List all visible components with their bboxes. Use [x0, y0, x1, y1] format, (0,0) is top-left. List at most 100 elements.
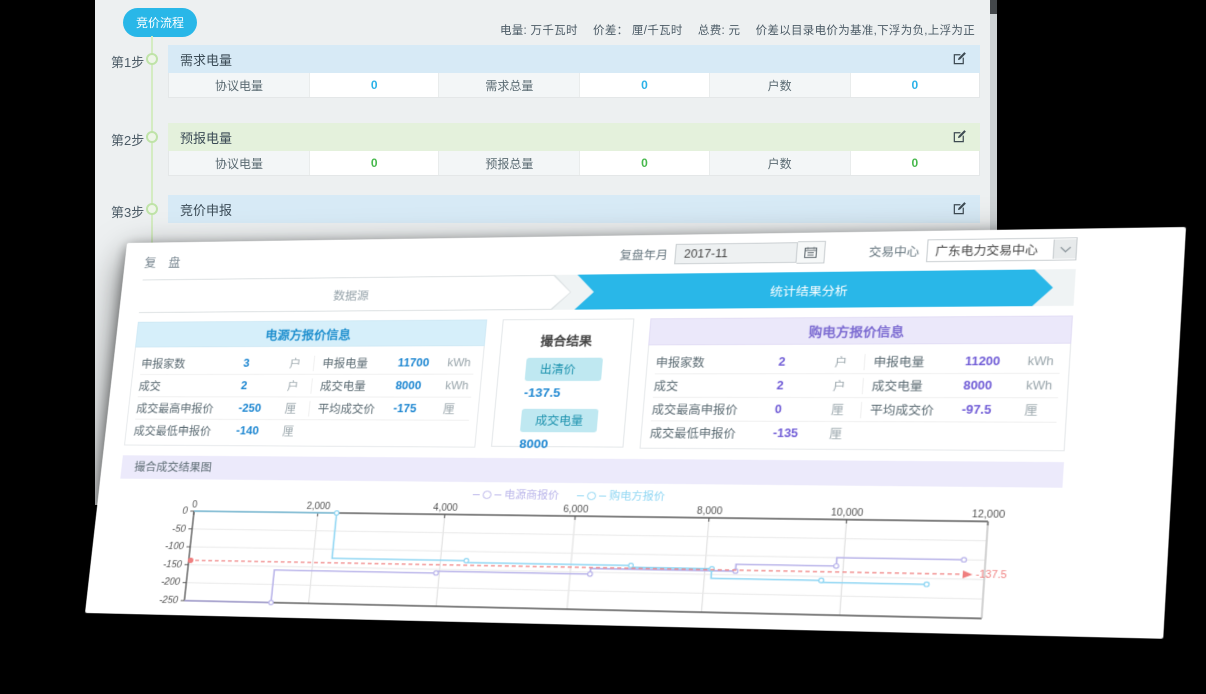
step-chart-plot: 02,0004,0006,0008,00010,00012,0000-50-10…: [106, 498, 1061, 631]
buyer-quote-panel: 购电方报价信息 申报家数2户申报电量11200kWh成交2户成交电量8000kW…: [640, 315, 1073, 450]
edit-icon[interactable]: [952, 201, 968, 217]
replay-title: 复 盘: [144, 252, 186, 269]
step-section-row: 协议电量0预报总量0户数0: [168, 151, 980, 176]
scrollbar-thumb[interactable]: [990, 0, 997, 14]
crumb-data-source-label: 数据源: [333, 286, 370, 303]
step-section-header: 预报电量: [168, 123, 980, 151]
page: { "colors": { "accent_cyan": "#29b7e8", …: [0, 0, 1206, 694]
crumb-statistics-result-label: 统计结果分析: [769, 281, 848, 300]
replay-window: 复 盘 复盘年月 2017-11 交易中心 广东电力交易中心: [85, 227, 1186, 639]
y-tick-label: -250: [159, 595, 179, 606]
step-section-title: 需求电量: [180, 50, 952, 69]
panel-row-value: -140: [236, 424, 284, 437]
panel-row-label: 申报电量: [863, 353, 965, 370]
y-tick-label: 0: [182, 506, 188, 516]
legend-item[interactable]: 购电方报价: [576, 488, 665, 504]
step-section: 竞价申报: [168, 195, 980, 223]
step-cell-label: 需求总量: [439, 73, 580, 97]
panel-row-unit: 厘: [829, 425, 860, 441]
panel-row-unit: 厘: [1024, 402, 1058, 419]
step-cell-value: 0: [580, 151, 709, 175]
series-point-marker: [819, 578, 824, 583]
panel-row-unit: kWh: [1027, 354, 1061, 368]
panel-row-unit: 户: [289, 355, 315, 370]
panel-row-label: 平均成交价: [308, 401, 394, 417]
match-badge: 成交电量: [520, 409, 598, 433]
select-arrow-button[interactable]: [1053, 239, 1077, 259]
grid-line-h: [188, 565, 984, 580]
series-point-marker: [334, 511, 339, 515]
panel-row-value: -135: [773, 427, 830, 441]
panel-row: 成交最低申报价-135厘: [649, 421, 1057, 446]
legend-line-icon: [494, 494, 501, 495]
summary-panels: 电源方报价信息 申报家数3户申报电量11700kWh成交2户成交电量8000kW…: [124, 315, 1073, 450]
series-point-marker: [588, 572, 593, 576]
panel-row-unit: 厘: [442, 401, 470, 417]
panel-row: 成交2户成交电量8000kWh: [653, 374, 1060, 398]
series-point-marker: [924, 582, 929, 587]
calendar-icon: [804, 247, 817, 258]
panel-row: 成交最低申报价-140厘: [133, 420, 469, 443]
supply-panel-title: 电源方报价信息: [135, 319, 487, 347]
panel-row-value: 2: [778, 355, 835, 368]
panel-row-label: 成交电量: [311, 378, 397, 394]
chevron-down-icon: [1060, 243, 1071, 253]
panel-row-value: 0: [774, 403, 831, 416]
legend-line-icon: [577, 495, 584, 496]
series-point-marker: [464, 558, 469, 562]
panel-row-value: 11700: [397, 356, 448, 369]
match-badge: 出清价: [525, 358, 602, 381]
panel-row-value: -175: [393, 402, 444, 415]
crumb-statistics-result[interactable]: 统计结果分析: [574, 269, 1054, 309]
x-tick-label: 4,000: [433, 502, 458, 513]
panel-row-label: 申报家数: [141, 356, 245, 371]
step-cell-label: 户数: [710, 73, 851, 97]
x-tick-label: 2,000: [306, 501, 331, 512]
panel-row-value: -97.5: [961, 403, 1025, 417]
crumb-data-source[interactable]: 数据源: [139, 275, 573, 313]
replay-month-label: 复盘年月: [619, 246, 668, 262]
step-cell-value: 0: [310, 151, 439, 175]
panel-row-value: 3: [243, 357, 291, 370]
buyer-panel-table: 申报家数2户申报电量11200kWh成交2户成交电量8000kWh成交最高申报价…: [639, 344, 1071, 452]
panel-row-value: 8000: [963, 379, 1027, 393]
grid-line-h: [186, 583, 983, 599]
trade-center-select[interactable]: 广东电力交易中心: [926, 237, 1078, 262]
step-section: 需求电量协议电量0需求总量0户数0: [168, 45, 980, 98]
step-cell-label: 户数: [710, 151, 851, 175]
match-result-title: 撮合结果: [540, 331, 593, 349]
match-chart-section-title: 撮合成交结果图: [120, 455, 1064, 487]
step-cell-value: 0: [580, 73, 709, 97]
replay-month-input[interactable]: 2017-11: [674, 242, 798, 264]
panel-row-unit: 厘: [831, 401, 862, 417]
edit-icon[interactable]: [952, 51, 968, 67]
panel-row-value: 2: [240, 379, 288, 392]
step-cell-label: 协议电量: [169, 151, 310, 175]
edit-icon[interactable]: [952, 129, 968, 145]
panel-row-unit: 户: [834, 354, 865, 370]
panel-row-value: 2: [776, 379, 833, 392]
x-tick-label: 12,000: [971, 508, 1005, 519]
trade-center-label: 交易中心: [868, 243, 920, 260]
step-section: 预报电量协议电量0预报总量0户数0: [168, 123, 980, 176]
wizard-breadcrumb: 数据源 统计结果分析: [139, 269, 1076, 313]
calendar-button[interactable]: [796, 241, 826, 264]
panel-row-unit: 厘: [282, 423, 308, 439]
step-cell-label: 预报总量: [439, 151, 580, 175]
panel-row-label: 成交: [138, 378, 242, 393]
step-label: 第2步: [111, 130, 151, 149]
panel-row-label: 成交: [653, 378, 777, 394]
panel-row-unit: 户: [287, 378, 313, 393]
step-node-icon: [146, 53, 158, 65]
y-tick-label: -100: [165, 541, 185, 552]
legend-item[interactable]: 电源商报价: [472, 487, 560, 503]
panel-row-value: 11200: [965, 354, 1028, 368]
supply-quote-panel: 电源方报价信息 申报家数3户申报电量11700kWh成交2户成交电量8000kW…: [124, 319, 487, 446]
legend-label: 电源商报价: [504, 487, 560, 503]
replay-header: 复 盘 复盘年月 2017-11 交易中心 广东电力交易中心: [143, 234, 1078, 274]
buyer-panel-title: 购电方报价信息: [648, 315, 1073, 345]
step-node-icon: [146, 203, 158, 215]
legend-line-icon: [473, 494, 480, 495]
bidding-flow-button[interactable]: 竞价流程: [123, 8, 197, 37]
panel-row: 申报家数2户申报电量11200kWh: [655, 350, 1061, 375]
